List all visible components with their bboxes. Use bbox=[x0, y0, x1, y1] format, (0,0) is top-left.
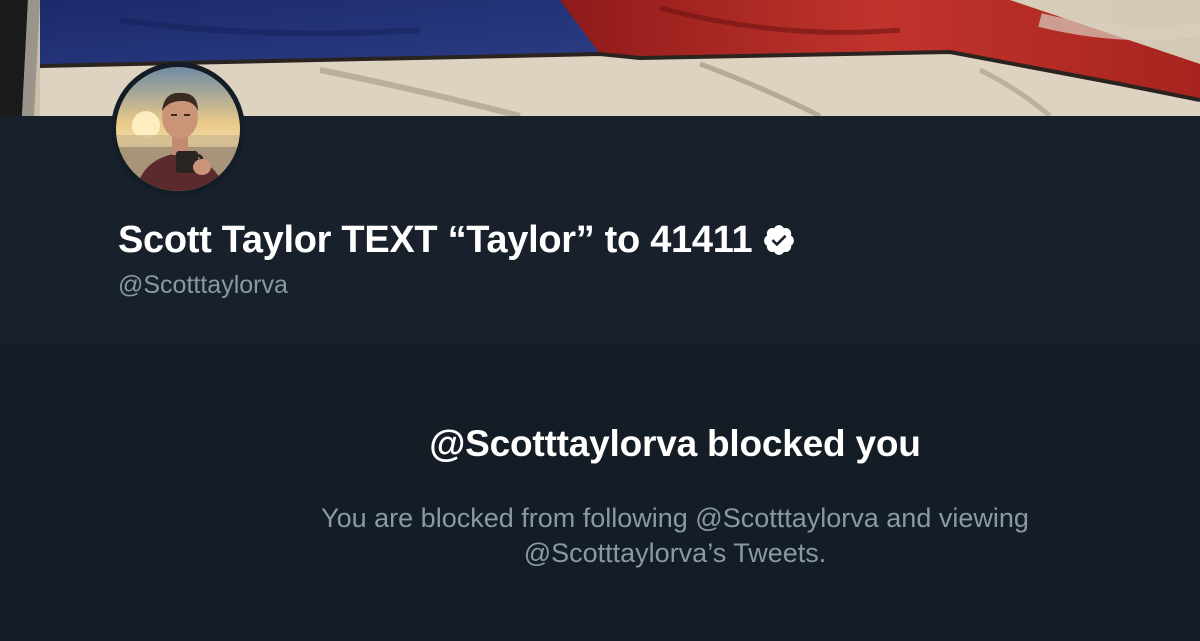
blocked-description: You are blocked from following @Scotttay… bbox=[250, 501, 1100, 571]
profile-handle: @Scotttaylorva bbox=[118, 271, 288, 299]
profile-display-name: Scott Taylor TEXT “Taylor” to 41411 bbox=[118, 218, 796, 262]
blocked-description-line-2: @Scotttaylorva’s Tweets. bbox=[523, 538, 827, 568]
profile-avatar[interactable] bbox=[111, 62, 245, 196]
blocked-message-section: @Scotttaylorva blocked you You are block… bbox=[0, 345, 1200, 641]
display-name-text: Scott Taylor TEXT “Taylor” to 41411 bbox=[118, 218, 753, 261]
verified-badge-icon bbox=[762, 223, 796, 257]
blocked-description-line-1: You are blocked from following @Scotttay… bbox=[321, 503, 1029, 533]
profile-page: Scott Taylor TEXT “Taylor” to 41411 @Sco… bbox=[0, 0, 1200, 641]
blocked-title: @Scotttaylorva blocked you bbox=[429, 423, 921, 464]
